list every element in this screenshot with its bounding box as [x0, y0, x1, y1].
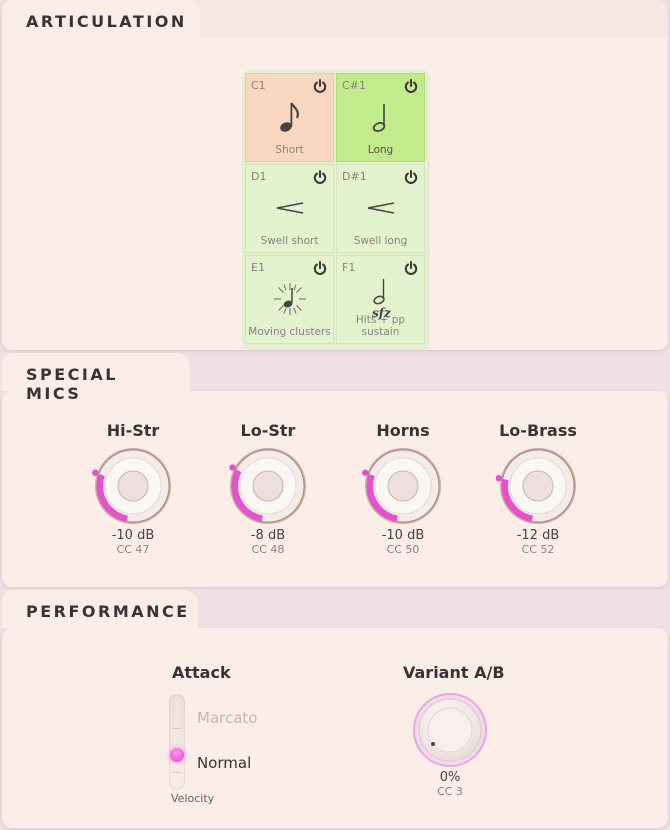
cell-label: Short — [275, 144, 304, 156]
mic-name: Hi-Str — [106, 421, 160, 440]
mic-knob-lo-brass[interactable]: Lo-Brass -12 dB CC 52 — [478, 421, 598, 556]
slider-notch — [173, 772, 181, 773]
power-icon[interactable] — [403, 78, 419, 94]
mic-name: Lo-Brass — [499, 421, 577, 440]
cell-label: Hits + pp sustain — [355, 314, 406, 338]
cell-key: D#1 — [342, 170, 367, 183]
mic-value: -10 dB — [381, 528, 425, 543]
power-icon[interactable] — [312, 260, 328, 276]
variant-value: 0% — [439, 770, 461, 785]
cell-label: Swell long — [353, 235, 408, 247]
cell-key: C1 — [251, 79, 266, 92]
cell-label: Long — [367, 144, 394, 156]
mic-knob-dial[interactable] — [361, 444, 445, 528]
mic-value: -8 dB — [250, 528, 286, 543]
mic-cc: CC 47 — [116, 543, 150, 556]
variant-knob[interactable] — [412, 692, 488, 768]
attack-title: Attack — [172, 663, 231, 682]
performance-title: PERFORMANCE — [2, 590, 198, 628]
articulation-cell-short[interactable]: C1 Short — [245, 73, 334, 162]
cell-label: Moving clusters — [248, 326, 331, 338]
performance-panel: PERFORMANCE — [2, 590, 668, 828]
power-icon[interactable] — [312, 169, 328, 185]
mic-value: -12 dB — [516, 528, 560, 543]
articulation-cell-moving-clusters[interactable]: E1 Moving clusters — [245, 255, 334, 344]
cell-key: C#1 — [342, 79, 366, 92]
knob-indicator-dot — [362, 469, 369, 476]
power-icon[interactable] — [312, 78, 328, 94]
variant-readout: 0% CC 3 — [400, 770, 500, 798]
articulation-cell-hits-pp-sustain[interactable]: F1 sfz Hits + pp sustain — [336, 255, 425, 344]
variant-cc: CC 3 — [437, 785, 463, 798]
crescendo-icon — [337, 187, 424, 229]
half-note-icon — [337, 96, 424, 138]
mic-knob-dial[interactable] — [91, 444, 175, 528]
mic-name: Lo-Str — [240, 421, 296, 440]
eighth-note-icon — [246, 96, 333, 138]
mic-value: -10 dB — [111, 528, 155, 543]
mic-knob-horns[interactable]: Horns -10 dB CC 50 — [343, 421, 463, 556]
mic-knob-dial[interactable] — [226, 444, 310, 528]
mic-cc: CC 52 — [521, 543, 555, 556]
articulation-cell-swell-short[interactable]: D1 Swell short — [245, 164, 334, 253]
power-icon[interactable] — [403, 260, 419, 276]
special-mics-title: SPECIAL MICS — [2, 353, 190, 403]
cell-key: D1 — [251, 170, 267, 183]
mic-cc: CC 50 — [386, 543, 420, 556]
velocity-label: Velocity — [171, 792, 215, 805]
mic-name: Horns — [376, 421, 430, 440]
knob-indicator-dot — [229, 464, 236, 471]
articulation-cell-swell-long[interactable]: D#1 Swell long — [336, 164, 425, 253]
cell-label: Swell short — [260, 235, 319, 247]
power-icon[interactable] — [403, 169, 419, 185]
articulation-cell-long[interactable]: C#1 Long — [336, 73, 425, 162]
attack-slider-thumb[interactable] — [170, 748, 184, 762]
mic-knob-lo-str[interactable]: Lo-Str -8 dB CC 48 — [208, 421, 328, 556]
cluster-note-icon — [246, 278, 333, 320]
mic-knob-dial[interactable] — [496, 444, 580, 528]
articulation-grid: C1 Short C#1 Long D1 Swell short D#1 Swe… — [242, 70, 430, 350]
mic-knob-hi-str[interactable]: Hi-Str -10 dB CC 47 — [73, 421, 193, 556]
crescendo-icon — [246, 187, 333, 229]
attack-option-normal[interactable]: Normal — [197, 754, 251, 772]
mic-cc: CC 48 — [251, 543, 285, 556]
articulation-title: ARTICULATION — [2, 0, 200, 38]
attack-slider[interactable] — [169, 694, 185, 790]
attack-option-marcato[interactable]: Marcato — [197, 709, 257, 727]
cell-key: F1 — [342, 261, 356, 274]
cell-key: E1 — [251, 261, 265, 274]
variant-title: Variant A/B — [403, 663, 505, 682]
slider-notch — [173, 728, 181, 729]
knob-indicator-dot — [92, 469, 99, 476]
